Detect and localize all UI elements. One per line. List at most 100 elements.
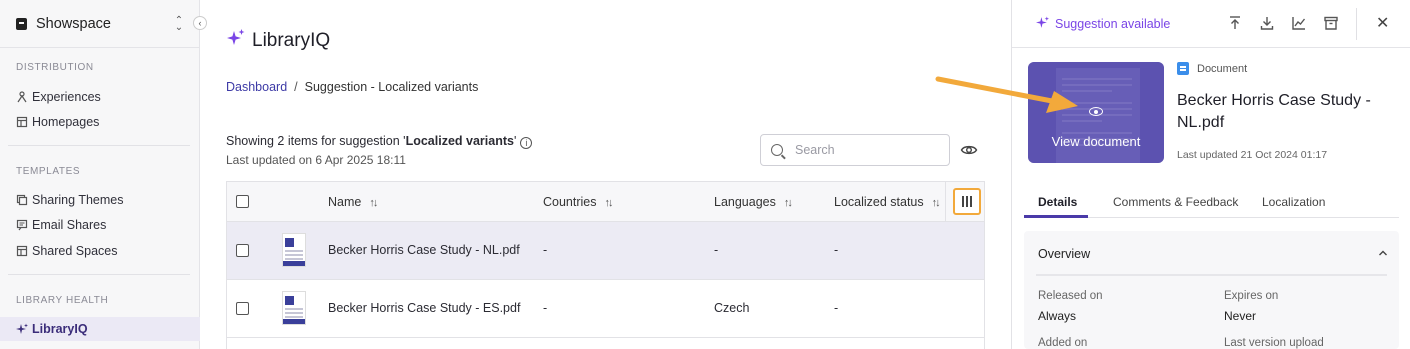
sidebar-item-label: Email Shares <box>32 218 107 232</box>
experiences-icon <box>16 91 28 103</box>
sidebar-item-libraryiq[interactable]: LibraryIQ <box>0 317 200 341</box>
section-title-library-health: LIBRARY HEALTH <box>16 295 109 306</box>
breadcrumb-separator: / <box>294 80 298 94</box>
homepage-icon <box>16 116 28 128</box>
sidebar-item-label: LibraryIQ <box>32 322 88 336</box>
column-label: Localized status <box>834 195 924 209</box>
section-title-distribution: DISTRIBUTION <box>16 62 94 73</box>
row-checkbox[interactable] <box>236 244 249 257</box>
cell-name[interactable]: Becker Horris Case Study - ES.pdf <box>328 301 520 315</box>
field-label-added-on: Added on <box>1038 337 1088 349</box>
analytics-icon[interactable] <box>1290 14 1308 32</box>
workspace-switcher[interactable]: Showspace ⌃ ⌄ <box>0 0 200 48</box>
select-all-checkbox[interactable] <box>236 195 249 208</box>
summary-suggestion: Localized variants <box>405 134 514 148</box>
main-content: LibraryIQ Dashboard / Suggestion - Localiz… <box>200 0 1010 349</box>
theme-icon <box>16 194 28 206</box>
close-icon[interactable]: ✕ <box>1376 13 1389 33</box>
cell-languages: Czech <box>714 301 750 315</box>
column-divider <box>945 182 946 222</box>
document-thumbnail <box>282 233 306 267</box>
overview-title[interactable]: Overview <box>1038 247 1090 261</box>
document-type-label: Document <box>1197 62 1248 75</box>
document-title: Becker Horris Case Study - NL.pdf <box>1177 92 1371 131</box>
sidebar-item-label: Sharing Themes <box>32 193 124 207</box>
columns-settings-button[interactable] <box>953 188 981 215</box>
sparkle-icon <box>226 28 246 53</box>
table-row[interactable]: Becker Horris Case Study - ES.pdf - Czec… <box>227 280 984 338</box>
collapse-sidebar-button[interactable]: ‹ <box>193 16 207 30</box>
archive-icon[interactable] <box>1322 14 1340 32</box>
field-label-last-version-upload: Last version upload <box>1224 337 1324 349</box>
chevron-updown-icon: ⌃ ⌄ <box>174 14 184 33</box>
cell-name[interactable]: Becker Horris Case Study - NL.pdf <box>328 243 520 257</box>
info-icon[interactable]: i <box>520 137 533 149</box>
sidebar-item-experiences[interactable]: Experiences <box>0 85 200 109</box>
tab-comments-feedback[interactable]: Comments & Feedback <box>1113 195 1238 209</box>
column-label: Name <box>328 195 362 209</box>
document-preview[interactable]: View document <box>1028 62 1164 163</box>
suggestion-label: Suggestion available <box>1055 17 1171 31</box>
sort-icon: ↑↓ <box>604 197 614 209</box>
summary-suffix: ' <box>513 134 517 148</box>
workspace-icon <box>16 17 27 30</box>
sidebar-item-homepages[interactable]: Homepages <box>0 110 200 134</box>
sidebar: Showspace ⌃ ⌄ DISTRIBUTION Experiences Ho… <box>0 0 200 349</box>
column-label: Countries <box>543 195 597 209</box>
summary-prefix: Showing 2 items for suggestion ' <box>226 134 406 148</box>
column-header-languages[interactable]: Languages ↑↓ <box>714 195 793 209</box>
document-thumbnail <box>282 291 306 325</box>
field-value-released-on: Always <box>1038 309 1077 323</box>
sparkle-icon <box>1036 16 1049 32</box>
field-value-expires-on: Never <box>1224 309 1257 323</box>
sidebar-divider <box>8 274 190 275</box>
search-input[interactable] <box>795 143 935 157</box>
chevron-up-icon[interactable] <box>1377 247 1389 262</box>
download-icon[interactable] <box>1258 14 1276 32</box>
document-icon <box>1177 62 1189 75</box>
shared-space-icon <box>16 245 28 257</box>
last-updated: Last updated on 6 Apr 2025 18:11 <box>226 153 406 167</box>
section-title-templates: TEMPLATES <box>16 166 81 177</box>
page-title: LibraryIQ <box>226 28 330 53</box>
field-label-released-on: Released on <box>1038 290 1103 302</box>
breadcrumb: Dashboard / Suggestion - Localized variant… <box>226 80 478 94</box>
tab-localization[interactable]: Localization <box>1262 195 1325 209</box>
sort-icon: ↑↓ <box>931 197 941 209</box>
column-label: Languages <box>714 195 776 209</box>
cell-localized-status: - <box>834 243 839 257</box>
view-document-label: View document <box>1051 134 1141 149</box>
cell-countries: - <box>543 301 548 315</box>
sort-icon: ↑↓ <box>369 197 378 209</box>
sidebar-item-email-shares[interactable]: Email Shares <box>0 213 200 237</box>
sidebar-divider <box>8 145 190 146</box>
search-box[interactable] <box>760 134 950 166</box>
sidebar-item-label: Experiences <box>32 90 101 104</box>
breadcrumb-dashboard-link[interactable]: Dashboard <box>226 80 287 94</box>
column-header-localized-status[interactable]: Localized status ↑↓ <box>834 195 941 209</box>
row-checkbox[interactable] <box>236 302 249 315</box>
tab-details[interactable]: Details <box>1038 195 1077 209</box>
results-table: Name ↑↓ Countries ↑↓ Languages ↑↓ Localized… <box>226 181 985 349</box>
suggestion-link[interactable]: Suggestion available <box>1036 16 1170 32</box>
sidebar-item-sharing-themes[interactable]: Sharing Themes <box>0 188 200 212</box>
field-label-expires-on: Expires on <box>1224 290 1279 302</box>
upload-icon[interactable] <box>1226 14 1244 32</box>
eye-icon[interactable] <box>960 141 978 159</box>
column-header-name[interactable]: Name ↑↓ <box>328 195 378 209</box>
sidebar-item-label: Shared Spaces <box>32 244 118 258</box>
page-title-text: LibraryIQ <box>252 29 331 51</box>
results-summary: Showing 2 items for suggestion 'Localize… <box>226 134 533 149</box>
workspace-name: Showspace <box>36 15 111 32</box>
column-header-countries[interactable]: Countries ↑↓ <box>543 195 614 209</box>
table-header: Name ↑↓ Countries ↑↓ Languages ↑↓ Localized… <box>227 182 984 222</box>
table-row[interactable]: Becker Horris Case Study - NL.pdf - - - <box>227 222 984 280</box>
cell-languages: - <box>714 243 719 257</box>
sidebar-item-shared-spaces[interactable]: Shared Spaces <box>0 239 200 263</box>
search-icon <box>771 144 783 156</box>
sidebar-item-label: Homepages <box>32 115 100 129</box>
overview-section: Overview Released on Always Expires on N… <box>1024 231 1399 349</box>
cell-localized-status: - <box>834 301 839 315</box>
eye-icon <box>1089 107 1103 116</box>
cell-countries: - <box>543 243 548 257</box>
